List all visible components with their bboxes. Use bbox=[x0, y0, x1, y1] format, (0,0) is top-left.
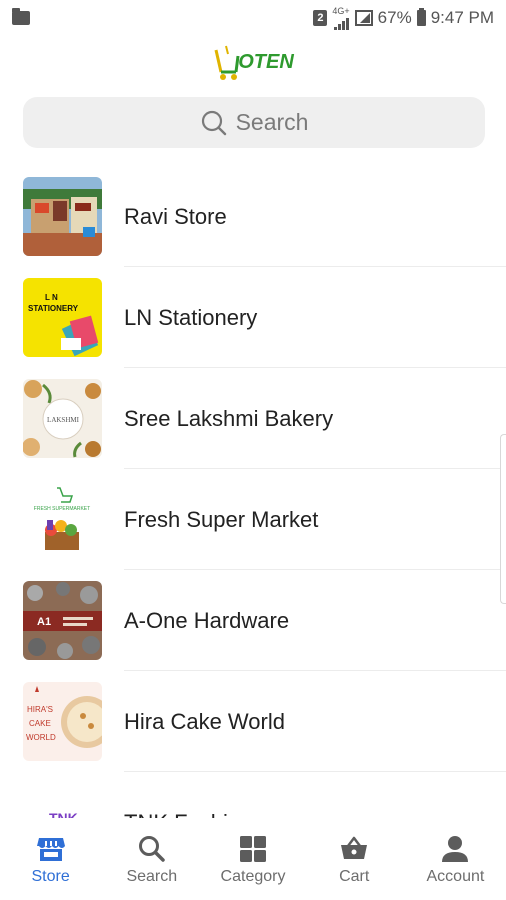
store-row-tnk-fashions[interactable]: TNK TNK Fashions bbox=[0, 772, 506, 818]
store-list[interactable]: Ravi Store L N STATIONERY LN Stationery bbox=[0, 166, 506, 818]
nav-cart[interactable]: Cart bbox=[304, 818, 405, 900]
nav-label: Store bbox=[31, 868, 70, 885]
store-row-hira-cake-world[interactable]: HIRA'S CAKE WORLD Hira Cake World bbox=[0, 671, 506, 772]
store-icon bbox=[36, 838, 65, 861]
search-icon bbox=[138, 836, 165, 862]
nav-store[interactable]: Store bbox=[0, 818, 101, 900]
bottom-navigation: Store Search Category Cart Account bbox=[0, 818, 506, 900]
status-bar: 2 4G+ 67% 9:47 PM bbox=[0, 0, 506, 36]
battery-icon bbox=[416, 8, 426, 26]
app-logo: OTEN bbox=[0, 40, 506, 84]
nav-label: Category bbox=[220, 868, 286, 885]
store-thumbnail: L N STATIONERY bbox=[23, 278, 102, 357]
scrollbar-thumb[interactable] bbox=[500, 434, 506, 604]
svg-text:FRESH SUPERMARKET: FRESH SUPERMARKET bbox=[34, 506, 90, 512]
logo-text: OTEN bbox=[238, 50, 294, 73]
status-time: 9:47 PM bbox=[430, 8, 494, 27]
category-grid-icon bbox=[240, 836, 266, 862]
signal-icon bbox=[354, 10, 373, 26]
svg-text:STATIONERY: STATIONERY bbox=[28, 304, 79, 313]
signal-bars-icon bbox=[333, 16, 349, 30]
battery-percent: 67% bbox=[377, 8, 412, 27]
sim-icon: 2 bbox=[313, 10, 328, 26]
nav-label: Account bbox=[426, 868, 485, 885]
store-name: A-One Hardware bbox=[124, 607, 290, 633]
store-thumbnail: A1 bbox=[23, 581, 102, 660]
store-row-ln-stationery[interactable]: L N STATIONERY LN Stationery bbox=[0, 267, 506, 368]
basket-icon bbox=[341, 836, 368, 859]
search-bar[interactable]: Search bbox=[23, 97, 485, 148]
store-thumbnail: FRESH SUPERMARKET bbox=[23, 480, 102, 559]
nav-category[interactable]: Category bbox=[202, 818, 303, 900]
network-type: 4G+ bbox=[332, 5, 350, 16]
store-name: LN Stationery bbox=[124, 304, 258, 330]
svg-text:L N: L N bbox=[45, 293, 58, 302]
svg-text:WORLD: WORLD bbox=[26, 733, 56, 742]
store-thumbnail bbox=[23, 177, 102, 256]
store-thumbnail: HIRA'S CAKE WORLD bbox=[23, 682, 102, 761]
account-icon bbox=[442, 836, 469, 862]
svg-text:TNK: TNK bbox=[49, 810, 78, 818]
store-thumbnail: TNK bbox=[23, 783, 102, 818]
store-name: Fresh Super Market bbox=[124, 506, 319, 532]
store-row-a-one-hardware[interactable]: A1 A-One Hardware bbox=[0, 570, 506, 671]
nav-search[interactable]: Search bbox=[101, 818, 202, 900]
store-name: Ravi Store bbox=[124, 203, 227, 229]
store-row-ravi-store[interactable]: Ravi Store bbox=[0, 166, 506, 267]
store-row-fresh-super-market[interactable]: FRESH SUPERMARKET Fresh Super Market bbox=[0, 469, 506, 570]
svg-text:LAKSHMI: LAKSHMI bbox=[47, 416, 80, 424]
store-thumbnail: LAKSHMI bbox=[23, 379, 102, 458]
svg-text:A1: A1 bbox=[37, 616, 51, 628]
nav-label: Cart bbox=[339, 868, 370, 885]
store-row-sree-lakshmi-bakery[interactable]: LAKSHMI Sree Lakshmi Bakery bbox=[0, 368, 506, 469]
nav-account[interactable]: Account bbox=[405, 818, 506, 900]
svg-text:HIRA'S: HIRA'S bbox=[27, 705, 53, 714]
store-name: Sree Lakshmi Bakery bbox=[124, 405, 334, 431]
svg-text:CAKE: CAKE bbox=[29, 719, 51, 728]
store-name: TNK Fashions bbox=[124, 810, 263, 819]
nav-label: Search bbox=[126, 868, 178, 885]
store-name: Hira Cake World bbox=[124, 708, 285, 734]
cart-logo-icon bbox=[214, 45, 240, 80]
search-icon bbox=[201, 110, 226, 135]
folder-icon bbox=[12, 8, 30, 25]
search-placeholder: Search bbox=[235, 109, 309, 135]
